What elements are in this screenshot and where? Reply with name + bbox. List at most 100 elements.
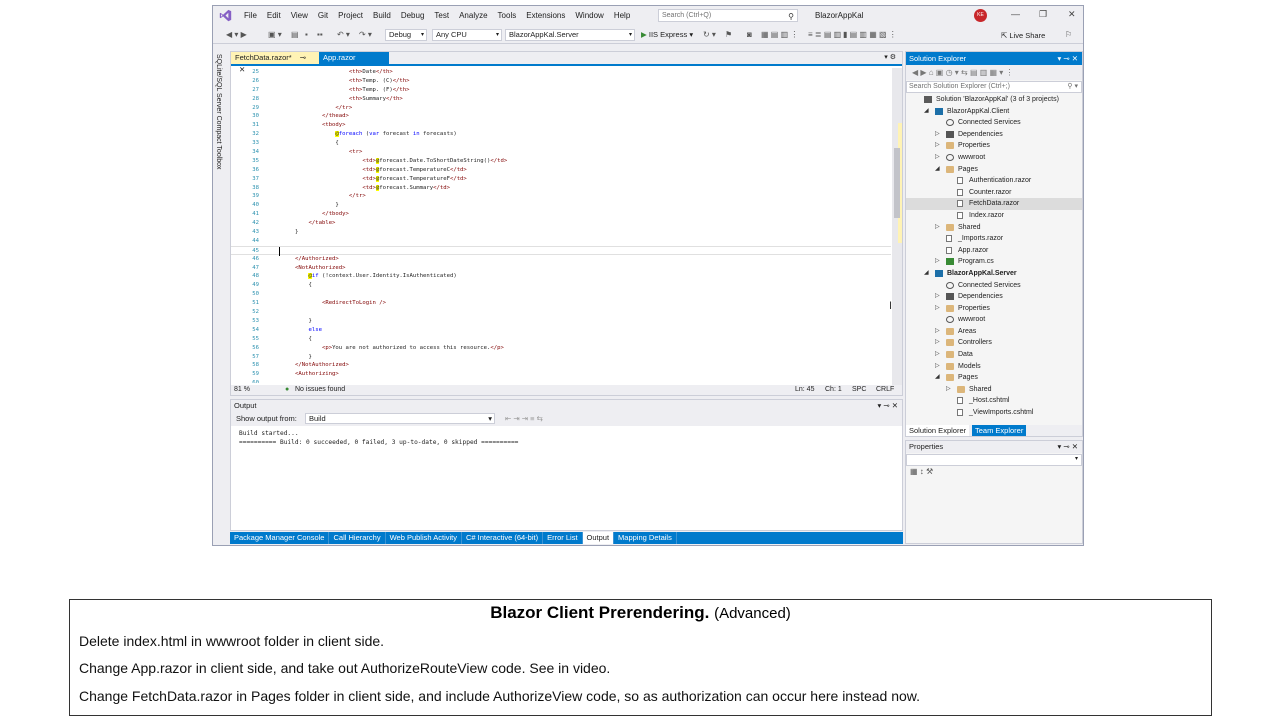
menu-item-extensions[interactable]: Extensions [521, 10, 570, 21]
output-source-select[interactable]: Build ▾ [305, 413, 495, 424]
menu-item-window[interactable]: Window [570, 10, 608, 21]
tree-node[interactable]: ▷ Controllers [906, 337, 1082, 349]
bottom-tab-call-hierarchy[interactable]: Call Hierarchy [329, 532, 386, 544]
tree-node[interactable]: ▷ Dependencies [906, 291, 1082, 303]
pin-icon[interactable]: ⊸ [300, 53, 306, 62]
bottom-tab-c-interactive-64-bit[interactable]: C# Interactive (64-bit) [462, 532, 544, 544]
zoom-level[interactable]: 81 % [234, 385, 250, 395]
menu-item-project[interactable]: Project [333, 10, 368, 21]
tree-node[interactable]: Index.razor [906, 210, 1082, 222]
tree-node[interactable]: ▷ Areas [906, 326, 1082, 338]
menu-item-help[interactable]: Help [609, 10, 635, 21]
back-icon[interactable]: ◀ ▾ ▶ [226, 30, 247, 39]
chevron-right-icon[interactable]: ▷ [935, 140, 940, 152]
tree-node[interactable]: ▷ Models [906, 361, 1082, 373]
tree-node[interactable]: Connected Services [906, 117, 1082, 129]
solution-explorer-toolbar[interactable]: ◀ ▶ ⌂ ▣ ◷ ▾ ⇆ ▤ ▥ ▦ ▾ ⋮ [906, 65, 1082, 80]
camera-icon[interactable]: ◙ [747, 30, 752, 39]
chevron-right-icon[interactable]: ▷ [935, 129, 940, 141]
chevron-right-icon[interactable]: ▷ [946, 384, 951, 396]
tree-node[interactable]: FetchData.razor [906, 198, 1082, 210]
new-item-icon[interactable]: ▣ ▾ [268, 30, 282, 39]
properties-object-select[interactable]: ▾ [906, 454, 1082, 466]
startup-project-select[interactable]: BlazorAppKal.Server ▾ [505, 29, 635, 41]
tab-solution-explorer[interactable]: Solution Explorer [906, 425, 970, 436]
output-tools-icon[interactable]: ⇤ ⇥ ⇥ ≡ ⇆ [505, 412, 543, 426]
editor-scrollbar[interactable] [892, 68, 902, 386]
tree-node[interactable]: _ViewImports.cshtml [906, 407, 1082, 419]
menu-item-git[interactable]: Git [313, 10, 333, 21]
chevron-right-icon[interactable]: ▷ [935, 337, 940, 349]
solution-search-input[interactable]: Search Solution Explorer (Ctrl+;) ⚲ ▾ [906, 81, 1082, 93]
tree-node[interactable]: ▷ Data [906, 349, 1082, 361]
chevron-right-icon[interactable]: ▷ [935, 349, 940, 361]
tree-node[interactable]: ▷ Shared [906, 222, 1082, 234]
toolbar-tools-icon[interactable]: ▦ ▤ ▥ ⋮ [761, 30, 798, 39]
tree-node[interactable]: ◢ BlazorAppKal.Client [906, 106, 1082, 118]
tree-node[interactable]: ▷ Properties [906, 303, 1082, 315]
bookmark-icon[interactable]: ▮ ▤ ▥ ▦ ▧ ⋮ [843, 30, 897, 39]
code-area[interactable]: 25 <th>Date</th> 26 <th>Temp. (C)</th> 27 … [231, 68, 891, 383]
comment-icon[interactable]: ≡ ≣ ▤ ▥ [808, 30, 841, 39]
properties-toolbar[interactable]: ▦ ↕ ⚒ [906, 467, 1082, 476]
tree-node[interactable]: wwwroot [906, 314, 1082, 326]
tree-node[interactable]: Connected Services [906, 280, 1082, 292]
bottom-tab-error-list[interactable]: Error List [543, 532, 583, 544]
configuration-select[interactable]: Debug ▾ [385, 29, 427, 41]
scrollbar-thumb[interactable] [894, 148, 900, 218]
menu-item-tools[interactable]: Tools [493, 10, 522, 21]
chevron-down-icon[interactable]: ◢ [935, 372, 940, 384]
chevron-right-icon[interactable]: ▷ [935, 361, 940, 373]
menu-item-analyze[interactable]: Analyze [454, 10, 492, 21]
menu-item-test[interactable]: Test [429, 10, 454, 21]
feedback-icon[interactable]: ⚐ [1065, 30, 1072, 39]
tree-node[interactable]: ▷ Properties [906, 140, 1082, 152]
platform-select[interactable]: Any CPU ▾ [432, 29, 502, 41]
menu-item-debug[interactable]: Debug [396, 10, 430, 21]
menu-item-edit[interactable]: Edit [262, 10, 286, 21]
tree-node[interactable]: ▷ Program.cs [906, 256, 1082, 268]
chevron-right-icon[interactable]: ▷ [935, 303, 940, 315]
panel-controls-icon[interactable]: ▾ ⊸ ✕ [1057, 441, 1078, 453]
browser-link-icon[interactable]: ⚑ [725, 30, 732, 39]
close-icon[interactable]: ✕ [1068, 9, 1076, 20]
menu-item-file[interactable]: File [239, 10, 262, 21]
chevron-right-icon[interactable]: ▷ [935, 152, 940, 164]
tree-node[interactable]: ▷ Dependencies [906, 129, 1082, 141]
chevron-right-icon[interactable]: ▷ [935, 291, 940, 303]
bottom-tab-package-manager-console[interactable]: Package Manager Console [230, 532, 330, 544]
open-folder-icon[interactable]: ▤ [291, 30, 299, 39]
tree-node[interactable]: App.razor [906, 245, 1082, 257]
tree-node[interactable]: _Host.cshtml [906, 395, 1082, 407]
tree-node[interactable]: ◢ Pages [906, 164, 1082, 176]
tree-node[interactable]: ◢ BlazorAppKal.Server [906, 268, 1082, 280]
tab-team-explorer[interactable]: Team Explorer [972, 425, 1027, 436]
chevron-right-icon[interactable]: ▷ [935, 326, 940, 338]
chevron-right-icon[interactable]: ▷ [935, 222, 940, 234]
save-all-icon[interactable]: ▪▪ [317, 30, 323, 39]
live-share-button[interactable]: ⇱ Live Share [1001, 31, 1045, 40]
bottom-tab-output[interactable]: Output [582, 532, 615, 544]
tree-node[interactable]: ▷ wwwroot [906, 152, 1082, 164]
redo-icon[interactable]: ↷ ▾ [359, 30, 372, 39]
undo-icon[interactable]: ↶ ▾ [337, 30, 350, 39]
issues-status[interactable]: No issues found [295, 385, 345, 395]
bottom-tab-web-publish-activity[interactable]: Web Publish Activity [386, 532, 462, 544]
tab-list-icon[interactable]: ▾ ⚙ [884, 53, 896, 61]
run-button[interactable]: ▶ IIS Express ▾ [641, 30, 693, 39]
tree-node[interactable]: _Imports.razor [906, 233, 1082, 245]
avatar[interactable]: KE [974, 9, 987, 22]
tree-node[interactable]: ◢ Pages [906, 372, 1082, 384]
save-icon[interactable]: ▪ [305, 30, 308, 39]
chevron-down-icon[interactable]: ◢ [924, 106, 929, 118]
chevron-down-icon[interactable]: ◢ [935, 164, 940, 176]
panel-controls-icon[interactable]: ▾ ⊸ ✕ [1057, 52, 1078, 65]
side-tab-toolbox[interactable]: SQLite/SQL Server Compact Toolbox [213, 46, 229, 536]
menu-item-build[interactable]: Build [368, 10, 396, 21]
tree-node[interactable]: Counter.razor [906, 187, 1082, 199]
refresh-icon[interactable]: ↻ ▾ [703, 30, 716, 39]
restore-icon[interactable]: ❐ [1039, 9, 1047, 20]
tab-app-razor[interactable]: App.razor [319, 52, 389, 64]
menu-item-view[interactable]: View [286, 10, 313, 21]
tree-node[interactable]: Authentication.razor [906, 175, 1082, 187]
